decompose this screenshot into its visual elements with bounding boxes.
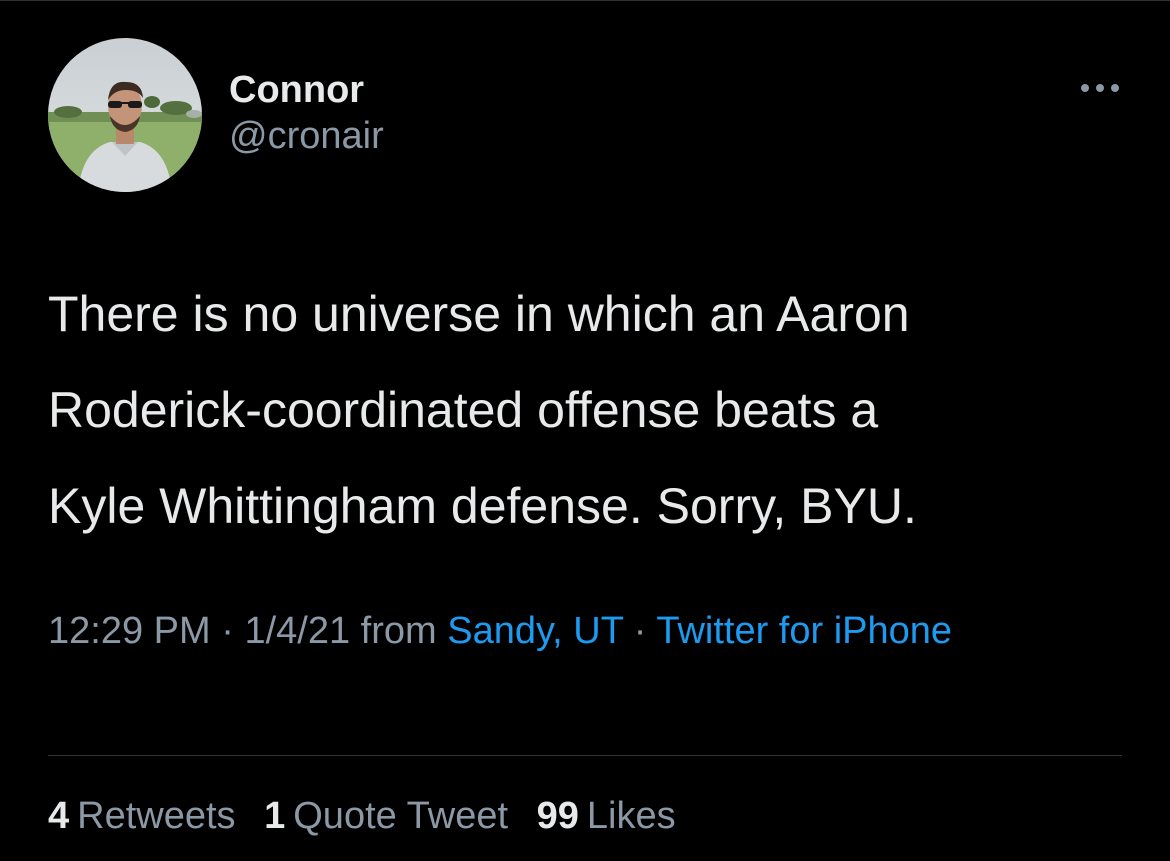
- user-names: Connor @cronair: [229, 68, 384, 160]
- likes-count: 99: [536, 795, 579, 837]
- location-link[interactable]: Sandy, UT: [447, 610, 623, 652]
- quotes-count: 1: [264, 795, 286, 837]
- retweets-stat[interactable]: 4 Retweets: [48, 790, 236, 842]
- quotes-label: Quote Tweet: [293, 795, 509, 837]
- top-divider: [0, 0, 1170, 1]
- stats-divider: [48, 755, 1122, 756]
- more-horizontal-icon-dot: [1096, 84, 1104, 92]
- source-link[interactable]: Twitter for iPhone: [656, 610, 952, 652]
- tweet-time[interactable]: 12:29 PM: [48, 610, 211, 652]
- more-options-button[interactable]: [1072, 72, 1128, 104]
- retweets-count: 4: [48, 795, 70, 837]
- tweet-meta: 12:29 PM · 1/4/21 from Sandy, UT · Twitt…: [48, 601, 1128, 661]
- user-handle[interactable]: @cronair: [229, 112, 384, 160]
- tweet-stats: 4 Retweets 1 Quote Tweet 99 Likes: [48, 790, 694, 842]
- avatar[interactable]: [48, 38, 202, 192]
- retweets-label: Retweets: [77, 795, 236, 837]
- tweet-header: Connor @cronair: [48, 38, 1128, 192]
- more-horizontal-icon: [1081, 84, 1089, 92]
- display-name[interactable]: Connor: [229, 68, 384, 112]
- likes-label: Likes: [586, 795, 676, 837]
- meta-separator-2: ·: [623, 610, 657, 652]
- tweet-date[interactable]: 1/4/21: [244, 610, 350, 652]
- quote-tweets-stat[interactable]: 1 Quote Tweet: [264, 790, 508, 842]
- likes-stat[interactable]: 99 Likes: [537, 790, 676, 842]
- from-label: from: [350, 610, 448, 652]
- meta-separator: ·: [210, 610, 245, 652]
- more-horizontal-icon-dot: [1111, 84, 1119, 92]
- tweet-text: There is no universe in which an Aaron R…: [48, 286, 917, 534]
- avatar-image: [48, 38, 202, 192]
